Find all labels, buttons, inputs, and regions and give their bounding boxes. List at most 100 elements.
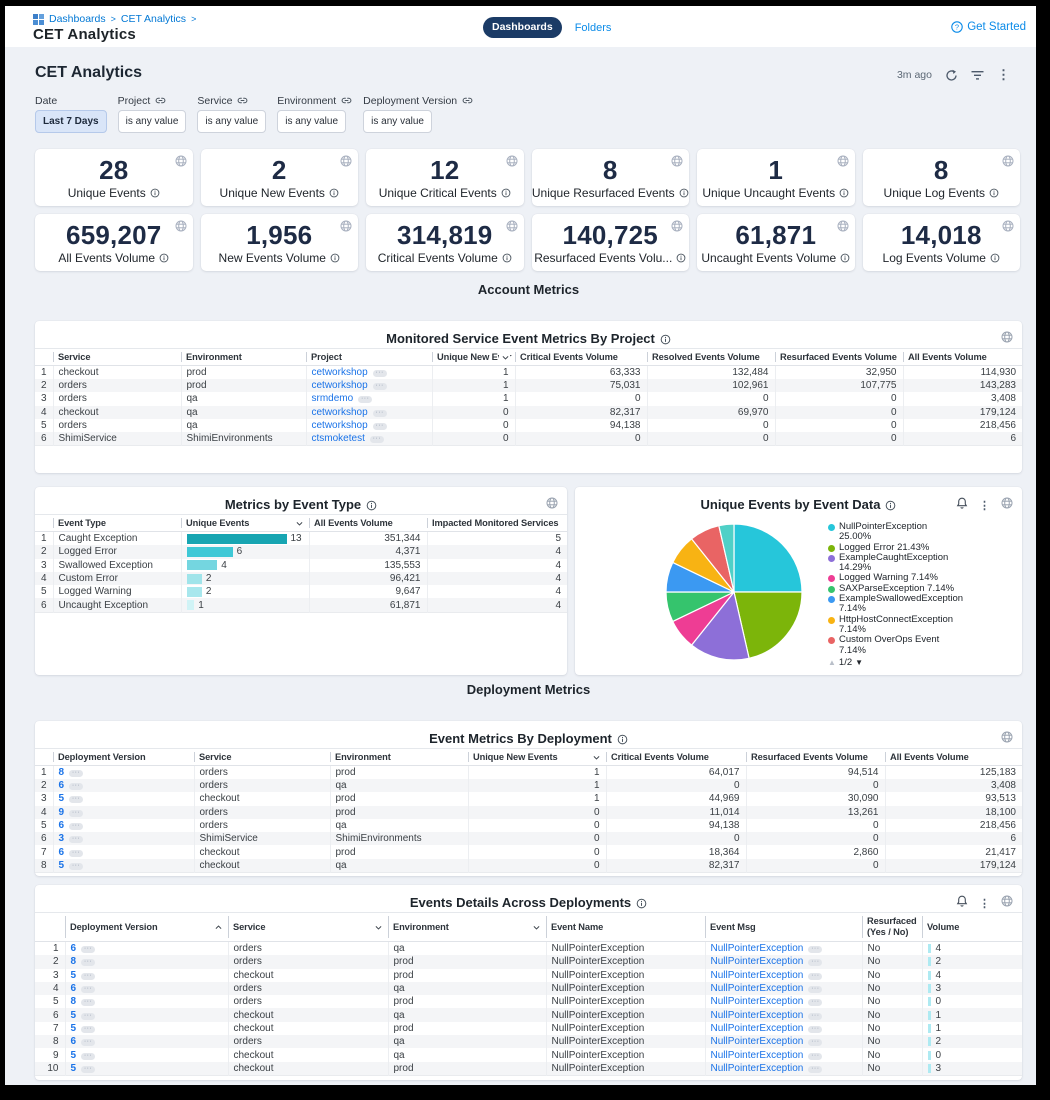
info-icon[interactable]: [159, 253, 169, 263]
column-header-critical-events-volume[interactable]: Critical Events Volume: [606, 749, 746, 766]
cell-link[interactable]: NullPointerException: [711, 956, 804, 967]
cell-link[interactable]: cetworkshop: [312, 407, 368, 418]
legend-item[interactable]: ExampleCaughtException 14.29%: [828, 553, 1018, 574]
cell-link[interactable]: NullPointerException: [711, 970, 804, 981]
legend-page-up-icon[interactable]: ▲: [828, 658, 836, 667]
refresh-icon[interactable]: [945, 69, 958, 82]
column-header-project[interactable]: Project: [306, 349, 432, 366]
more-pill[interactable]: ···: [81, 999, 95, 1006]
breadcrumb-cet-analytics[interactable]: CET Analytics: [121, 13, 186, 25]
info-icon[interactable]: [329, 188, 339, 198]
filter-value-button[interactable]: is any value: [197, 110, 266, 133]
more-pill[interactable]: ···: [69, 823, 83, 830]
info-icon[interactable]: [840, 253, 850, 263]
column-header-critical-events-volume[interactable]: Critical Events Volume: [515, 349, 647, 366]
globe-icon[interactable]: [506, 219, 518, 237]
cell-link[interactable]: 9: [59, 807, 65, 818]
column-header-resurfaced-events-volume[interactable]: Resurfaced Events Volume: [775, 349, 903, 366]
column-header-all-events-volume[interactable]: All Events Volume: [309, 515, 427, 532]
column-header-event-name[interactable]: Event Name: [546, 913, 705, 942]
column-header-unique-events[interactable]: Unique Events: [181, 515, 309, 532]
get-started-link[interactable]: ? Get Started: [951, 21, 1026, 33]
more-pill[interactable]: ···: [358, 396, 372, 403]
bell-icon[interactable]: [956, 894, 968, 912]
cell-link[interactable]: 5: [71, 1010, 77, 1021]
cell-link[interactable]: 8: [59, 767, 65, 778]
cell-link[interactable]: NullPointerException: [711, 943, 804, 954]
more-pill[interactable]: ···: [808, 1053, 822, 1060]
column-header-event-msg[interactable]: Event Msg: [705, 913, 862, 942]
info-icon[interactable]: [502, 253, 512, 263]
globe-icon[interactable]: [546, 496, 558, 514]
cell-link[interactable]: 6: [71, 943, 77, 954]
more-pill[interactable]: ···: [69, 796, 83, 803]
filter-value-button[interactable]: Last 7 Days: [35, 110, 107, 133]
more-pill[interactable]: ···: [81, 1039, 95, 1046]
cell-link[interactable]: 5: [71, 970, 77, 981]
more-pill[interactable]: ···: [808, 986, 822, 993]
more-pill[interactable]: ···: [808, 1039, 822, 1046]
globe-icon[interactable]: [506, 154, 518, 172]
more-pill[interactable]: ···: [81, 986, 95, 993]
cell-link[interactable]: 8: [71, 996, 77, 1007]
filter-value-button[interactable]: is any value: [277, 110, 346, 133]
cell-link[interactable]: 6: [59, 780, 65, 791]
filter-value-button[interactable]: is any value: [363, 110, 432, 133]
cell-link[interactable]: cetworkshop: [312, 380, 368, 391]
globe-icon[interactable]: [671, 154, 683, 172]
more-pill[interactable]: ···: [69, 863, 83, 870]
globe-icon[interactable]: [837, 219, 849, 237]
column-header-all-events-volume[interactable]: All Events Volume: [885, 749, 1022, 766]
cell-link[interactable]: 5: [71, 1050, 77, 1061]
more-pill[interactable]: ···: [81, 1053, 95, 1060]
sort-asc-icon[interactable]: [212, 923, 223, 934]
globe-icon[interactable]: [340, 219, 352, 237]
info-icon[interactable]: [839, 188, 849, 198]
column-header-deployment-version[interactable]: Deployment Version: [65, 913, 228, 942]
more-pill[interactable]: ···: [370, 436, 384, 443]
more-pill[interactable]: ···: [81, 1026, 95, 1033]
more-pill[interactable]: ···: [808, 999, 822, 1006]
column-header-resolved-events-volume[interactable]: Resolved Events Volume: [647, 349, 775, 366]
sort-desc-icon[interactable]: [499, 353, 510, 364]
globe-icon[interactable]: [1001, 330, 1013, 348]
cell-link[interactable]: 5: [71, 1023, 77, 1034]
more-pill[interactable]: ···: [373, 370, 387, 377]
more-pill[interactable]: ···: [373, 383, 387, 390]
cell-link[interactable]: ctsmoketest: [312, 433, 365, 444]
column-header-environment[interactable]: Environment: [181, 349, 306, 366]
more-pill[interactable]: ···: [69, 836, 83, 843]
cell-link[interactable]: 6: [71, 983, 77, 994]
pie-slice-NullPointerException[interactable]: [734, 524, 802, 592]
legend-item[interactable]: HttpHostConnectException 7.14%: [828, 615, 1018, 636]
more-pill[interactable]: ···: [81, 1013, 95, 1020]
info-icon[interactable]: [990, 253, 1000, 263]
sort-desc-icon[interactable]: [293, 519, 304, 530]
cell-link[interactable]: NullPointerException: [711, 983, 804, 994]
more-pill[interactable]: ···: [808, 1026, 822, 1033]
legend-item[interactable]: ExampleSwallowedException 7.14%: [828, 594, 1018, 615]
column-header-environment[interactable]: Environment: [330, 749, 468, 766]
info-icon[interactable]: [330, 253, 340, 263]
more-pill[interactable]: ···: [69, 770, 83, 777]
more-pill[interactable]: ···: [81, 1066, 95, 1073]
globe-icon[interactable]: [1001, 730, 1013, 748]
globe-icon[interactable]: [175, 219, 187, 237]
cell-link[interactable]: 8: [71, 956, 77, 967]
tab-folders[interactable]: Folders: [575, 22, 612, 34]
more-pill[interactable]: ···: [808, 959, 822, 966]
more-pill[interactable]: ···: [373, 423, 387, 430]
cell-link[interactable]: NullPointerException: [711, 1063, 804, 1074]
more-pill[interactable]: ···: [69, 810, 83, 817]
column-header-unique-new-events[interactable]: Unique New Events: [468, 749, 606, 766]
column-header-all-events-volume[interactable]: All Events Volume: [903, 349, 1022, 366]
cell-link[interactable]: cetworkshop: [312, 420, 368, 431]
more-pill[interactable]: ···: [808, 1013, 822, 1020]
globe-icon[interactable]: [837, 154, 849, 172]
column-header-service[interactable]: Service: [194, 749, 330, 766]
cell-link[interactable]: srmdemo: [312, 393, 354, 404]
sort-desc-icon[interactable]: [372, 923, 383, 934]
cell-link[interactable]: 5: [59, 793, 65, 804]
globe-icon[interactable]: [1002, 154, 1014, 172]
more-pill[interactable]: ···: [373, 410, 387, 417]
